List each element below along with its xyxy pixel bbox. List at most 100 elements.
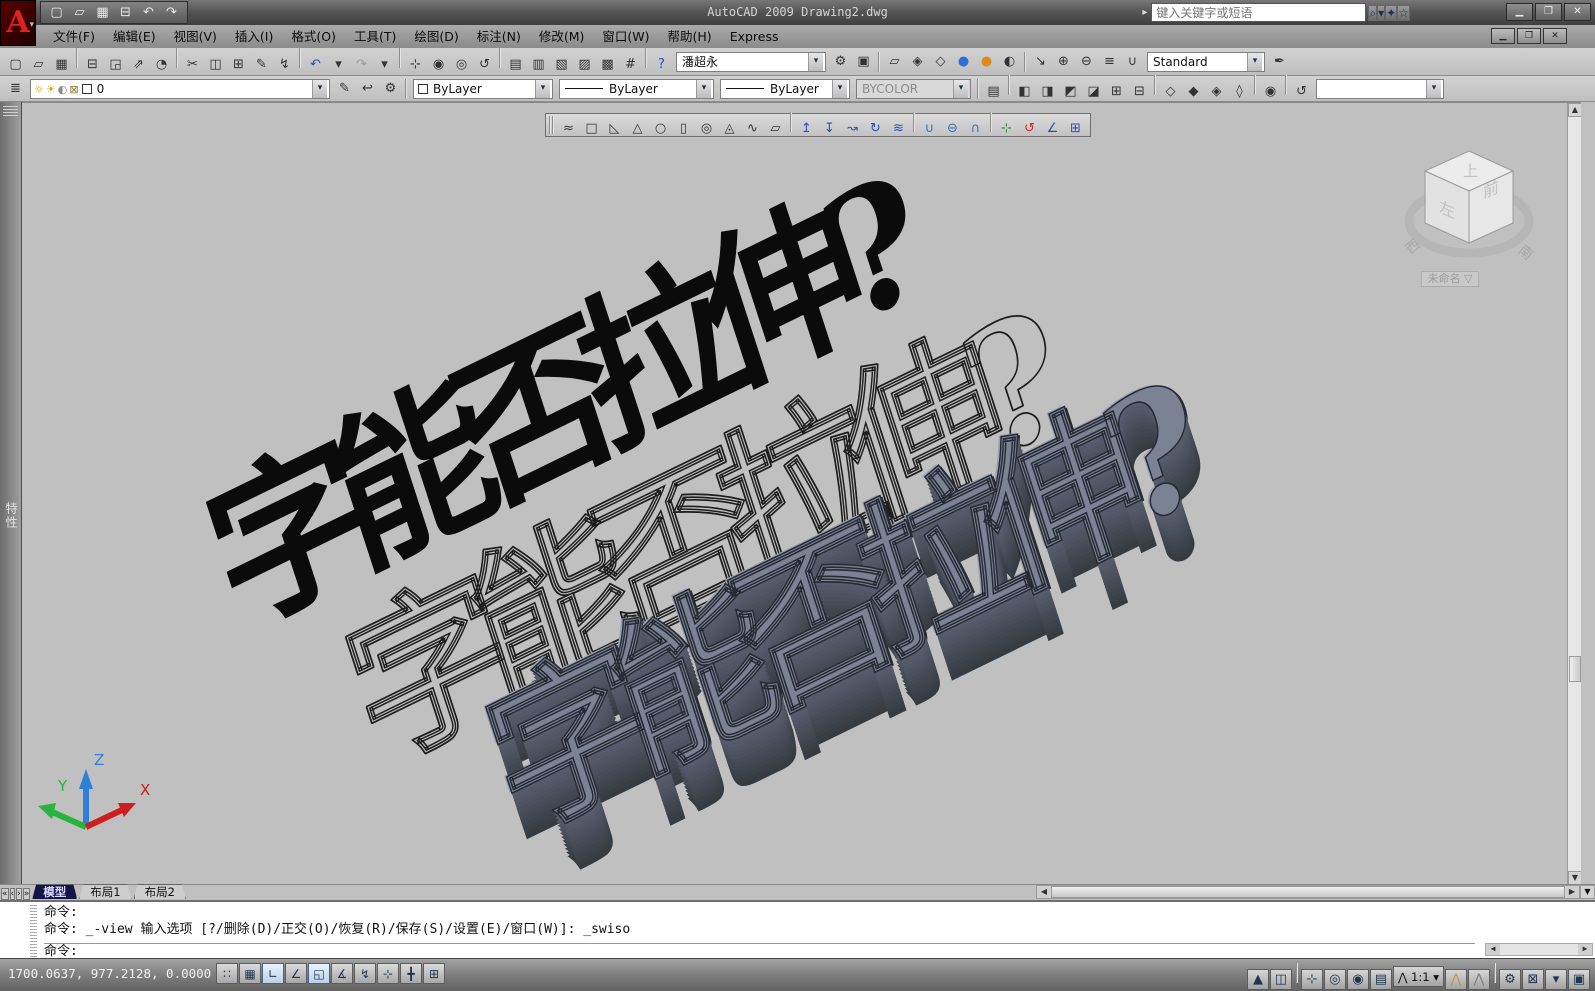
linetype-dropdown[interactable]: ByLayer ▾ (559, 78, 714, 99)
plot-icon[interactable]: ⊟ (82, 55, 103, 75)
viewcube-south-label[interactable]: 南 (1515, 242, 1536, 263)
menu-view[interactable]: 视图(V) (165, 26, 226, 47)
torus-icon[interactable]: ◎ (696, 119, 717, 139)
tab-layout1[interactable]: 布局1 (79, 884, 131, 899)
menu-tools[interactable]: 工具(T) (345, 26, 405, 47)
new-icon[interactable]: ▢ (5, 55, 26, 75)
lineweight-toggle[interactable]: ╋ (400, 963, 422, 984)
save-workspace-icon[interactable]: ▣ (853, 52, 874, 72)
realistic-icon[interactable]: ● (953, 52, 974, 72)
wedge-icon[interactable]: ◺ (604, 119, 625, 139)
restore-button[interactable]: ❐ (1535, 3, 1562, 21)
align-leaders-icon[interactable]: ≡ (1099, 52, 1120, 72)
menu-express[interactable]: Express (721, 26, 788, 47)
layer-dropdown[interactable]: ☼ ☀ ◐ ⊠ 0 ▾ (30, 78, 330, 99)
clean-screen-icon[interactable]: ▣ (1568, 969, 1590, 990)
scroll-down-icon[interactable]: ▼ (1568, 871, 1581, 884)
multileader-style-dropdown[interactable]: Standard ▾ (1147, 51, 1265, 72)
remove-leader-icon[interactable]: ⊖ (1076, 52, 1097, 72)
markup-set-manager-icon[interactable]: ▩ (597, 55, 618, 75)
sphere-icon[interactable]: ○ (650, 119, 671, 139)
make-object-layer-current-icon[interactable]: ✎ (334, 79, 355, 99)
bottom-view-icon[interactable]: ◨ (1037, 82, 1058, 102)
menu-file[interactable]: 文件(F) (44, 26, 104, 47)
infocenter-arrow-icon[interactable]: ▸ (1142, 7, 1147, 18)
layer-vp-freeze-icon[interactable]: ◐ (58, 83, 68, 96)
interference-check-icon[interactable]: ⊹ (996, 119, 1017, 139)
doc-minimize-button[interactable]: ▁ (1491, 28, 1515, 44)
vertical-scroll-thumb[interactable] (1569, 656, 1581, 682)
lineweight-dropdown[interactable]: ByLayer ▾ (720, 78, 850, 99)
chevron-down-icon[interactable]: ▾ (535, 79, 550, 98)
layer-previous-icon[interactable]: ↩ (357, 79, 378, 99)
menu-modify[interactable]: 修改(M) (530, 26, 594, 47)
sheet-set-manager-icon[interactable]: ▨ (574, 55, 595, 75)
dyn-toggle[interactable]: ⊹ (377, 963, 399, 984)
vertical-scrollbar[interactable]: ▲ ▼ (1567, 103, 1581, 884)
palette-grip[interactable] (3, 106, 18, 116)
named-view-dropdown[interactable]: ▾ (1316, 78, 1444, 99)
tab-layout2[interactable]: 布局2 (134, 884, 186, 899)
scroll-up-icon[interactable]: ▲ (1568, 103, 1581, 117)
search-input[interactable] (1151, 3, 1367, 22)
autocad-logo[interactable]: A ▾ (0, 0, 36, 46)
named-views-icon[interactable]: ▤ (983, 82, 1004, 102)
properties-icon[interactable]: ▤ (505, 55, 526, 75)
intersect-icon[interactable]: ∩ (965, 119, 986, 139)
3d-align-icon[interactable]: ∠ (1042, 119, 1063, 139)
scroll-left-icon[interactable]: ◀ (1037, 886, 1051, 898)
tab-model[interactable]: 模型 (32, 884, 77, 899)
snap-toggle[interactable]: ∷ (216, 963, 238, 984)
redo-dropdown-icon[interactable]: ▾ (374, 55, 395, 75)
2d-wireframe-icon[interactable]: ▱ (884, 52, 905, 72)
horizontal-scroll-thumb[interactable] (1051, 886, 1565, 898)
publish-icon[interactable]: ⇗ (128, 55, 149, 75)
match-properties-icon[interactable]: ✎ (251, 55, 272, 75)
conceptual-icon[interactable]: ● (976, 52, 997, 72)
subtract-icon[interactable]: ⊖ (942, 119, 963, 139)
annotation-visibility-icon[interactable]: ⋀ (1445, 969, 1467, 990)
chevron-down-icon[interactable]: ▾ (832, 79, 847, 98)
layout-space-button[interactable]: ◫ (1269, 969, 1292, 990)
viewcube-view-name-button[interactable]: 未命名 ▽ (1421, 271, 1479, 287)
tab-next-icon[interactable]: › (16, 888, 22, 900)
qat-new-icon[interactable]: ▢ (46, 3, 67, 23)
plot-preview-icon[interactable]: ◲ (105, 55, 126, 75)
zoom-window-icon[interactable]: ◎ (451, 55, 472, 75)
communication-center-icon[interactable]: ✦ (1385, 4, 1398, 21)
tab-last-icon[interactable]: » (22, 888, 31, 900)
pan-icon[interactable]: ⊹ (405, 55, 426, 75)
quickcalc-icon[interactable]: # (620, 55, 641, 75)
3d-dwf-icon[interactable]: ◔ (151, 55, 172, 75)
save-icon[interactable]: ▦ (51, 55, 72, 75)
box-icon[interactable]: □ (581, 119, 602, 139)
cursor-coordinates[interactable]: 1700.0637, 977.2128, 0.0000 (8, 966, 211, 981)
ducs-toggle[interactable]: ↯ (354, 963, 376, 984)
menu-edit[interactable]: 编辑(E) (104, 26, 165, 47)
zoom-tool-icon[interactable]: ◎ (1323, 969, 1346, 990)
menu-help[interactable]: 帮助(H) (659, 26, 721, 47)
color-dropdown[interactable]: ByLayer ▾ (413, 78, 553, 99)
multileader-style-manager-icon[interactable]: ✒ (1269, 52, 1290, 72)
search-dropdown-icon[interactable]: ▾ (1377, 4, 1386, 21)
scroll-right-icon[interactable]: ▶ (1578, 944, 1592, 955)
right-view-icon[interactable]: ◪ (1083, 82, 1104, 102)
anchored-properties-palette[interactable]: 特性 (0, 102, 22, 884)
tool-palettes-icon[interactable]: ▧ (551, 55, 572, 75)
pan-tool-icon[interactable]: ⊹ (1300, 969, 1323, 990)
workspace-switch-gear-icon[interactable]: ⚙ (1499, 969, 1521, 990)
chevron-down-icon[interactable]: ▾ (1247, 52, 1262, 71)
otrack-toggle[interactable]: ∡ (331, 963, 353, 984)
menu-insert[interactable]: 插入(I) (226, 26, 282, 47)
ne-isometric-icon[interactable]: ◈ (1206, 82, 1227, 102)
polysolid-icon[interactable]: ≈ (558, 119, 579, 139)
tray-menu-icon[interactable]: ▾ (1545, 969, 1567, 990)
zoom-realtime-icon[interactable]: ◉ (428, 55, 449, 75)
undo-icon[interactable]: ↶ (305, 55, 326, 75)
menu-format[interactable]: 格式(O) (282, 26, 345, 47)
designcenter-icon[interactable]: ▥ (528, 55, 549, 75)
union-icon[interactable]: ∪ (919, 119, 940, 139)
create-camera-icon[interactable]: ◉ (1260, 82, 1281, 102)
pyramid-icon[interactable]: ◬ (719, 119, 740, 139)
sw-isometric-icon[interactable]: ◇ (1160, 82, 1181, 102)
